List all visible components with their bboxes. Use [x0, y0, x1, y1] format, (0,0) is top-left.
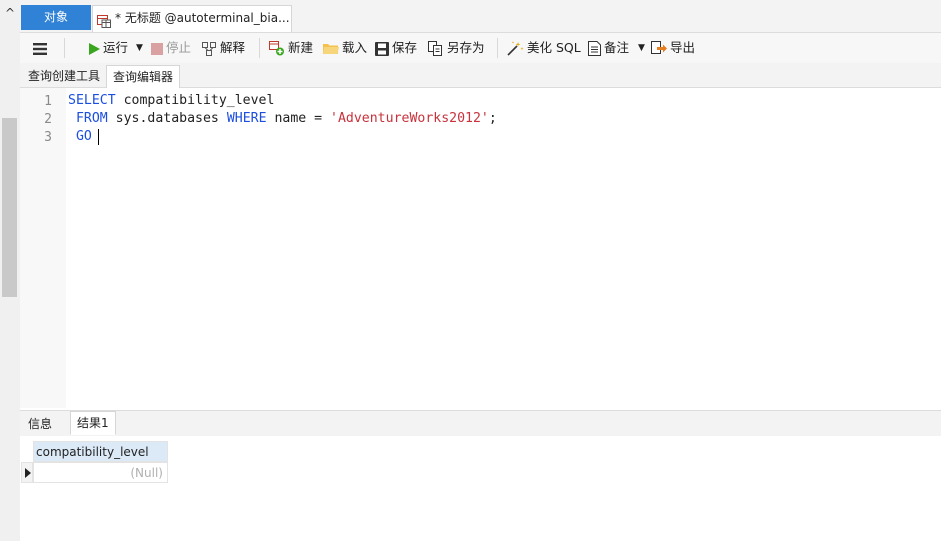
run-button[interactable]: 运行 [88, 39, 128, 57]
export-icon [651, 41, 667, 54]
new-query-button[interactable]: 新建 [269, 39, 313, 57]
run-label: 运行 [103, 40, 129, 55]
export-label: 导出 [670, 40, 696, 55]
new-query-icon [269, 41, 284, 56]
beautify-sql-button[interactable]: 美化 SQL [507, 39, 581, 57]
play-icon [89, 42, 100, 55]
sql-string: 'AdventureWorks2012' [330, 111, 489, 126]
tab-query-editor[interactable]: 查询编辑器 [106, 65, 181, 89]
tab-query-builder[interactable]: 查询创建工具 [22, 65, 106, 87]
save-as-button[interactable]: 另存为 [428, 39, 485, 57]
result-cell[interactable]: (Null) [33, 462, 168, 483]
load-button[interactable]: 载入 [323, 39, 367, 57]
folder-icon [323, 44, 339, 54]
sql-keyword: SELECT [68, 93, 116, 108]
text-caret [98, 129, 99, 145]
magic-wand-icon [507, 41, 524, 56]
toolbar-separator [259, 38, 260, 58]
row-indicator-arrow-icon[interactable] [21, 462, 33, 483]
column-header-compatibility-level[interactable]: compatibility_level [33, 441, 168, 462]
menu-button[interactable] [33, 39, 50, 57]
sql-keyword: FROM [75, 111, 108, 126]
code-text: sys.databases [107, 111, 227, 126]
comment-dropdown-arrow[interactable]: ▼ [638, 39, 645, 57]
code-line-3[interactable]: GO [68, 129, 92, 144]
left-panel-scrollbar[interactable] [2, 118, 17, 297]
load-label: 载入 [342, 40, 368, 55]
sql-editor[interactable] [20, 88, 941, 408]
code-text: compatibility_level [115, 93, 275, 108]
save-button[interactable]: 保存 [375, 39, 417, 57]
toolbar-separator [497, 38, 498, 58]
tab-query-label: * 无标题 @autoterminal_bia... [115, 11, 290, 25]
comment-label: 备注 [604, 40, 630, 55]
tab-info[interactable]: 信息 [22, 413, 58, 435]
line-number: 2 [44, 112, 52, 127]
stop-label: 停止 [166, 40, 192, 55]
new-label: 新建 [288, 40, 314, 55]
sql-keyword: GO [75, 129, 92, 144]
result-tabs: 信息 结果1 [20, 410, 941, 437]
export-button[interactable]: 导出 [651, 39, 695, 57]
toolbar-separator [64, 38, 65, 58]
beautify-label: 美化 SQL [527, 40, 581, 55]
explain-button[interactable]: 解释 [202, 39, 245, 57]
sql-keyword: WHERE [226, 111, 267, 126]
save-label: 保存 [392, 40, 418, 55]
document-icon [588, 41, 601, 56]
tab-objects[interactable]: 对象 [21, 5, 91, 30]
toolbar: 运行 ▼ 停止 解释 新建 载入 保存 另存为 美化 SQL 备注 ▼ 导出 [20, 33, 941, 63]
save-as-icon [428, 41, 442, 56]
stop-button[interactable]: 停止 [151, 39, 191, 57]
save-as-label: 另存为 [447, 40, 485, 55]
comment-button[interactable]: 备注 [588, 39, 629, 57]
collapse-panel-icon[interactable]: ^ [3, 6, 17, 20]
save-icon [375, 41, 389, 56]
tab-result-1[interactable]: 结果1 [70, 411, 116, 435]
explain-label: 解释 [220, 40, 246, 55]
line-number: 1 [44, 94, 52, 109]
line-number: 3 [44, 130, 52, 145]
stop-icon [151, 42, 163, 55]
tab-query-untitled[interactable]: * 无标题 @autoterminal_bia... [92, 5, 292, 32]
run-dropdown-arrow[interactable]: ▼ [136, 39, 143, 57]
code-line-2[interactable]: FROM sys.databases WHERE name = 'Adventu… [68, 111, 497, 126]
hamburger-icon [33, 42, 47, 55]
editor-mode-tabs: 查询创建工具 查询编辑器 [20, 63, 941, 89]
code-text: ; [488, 111, 497, 126]
explain-icon [202, 41, 216, 56]
code-text: name = [266, 111, 331, 126]
code-line-1[interactable]: SELECT compatibility_level [68, 93, 274, 108]
